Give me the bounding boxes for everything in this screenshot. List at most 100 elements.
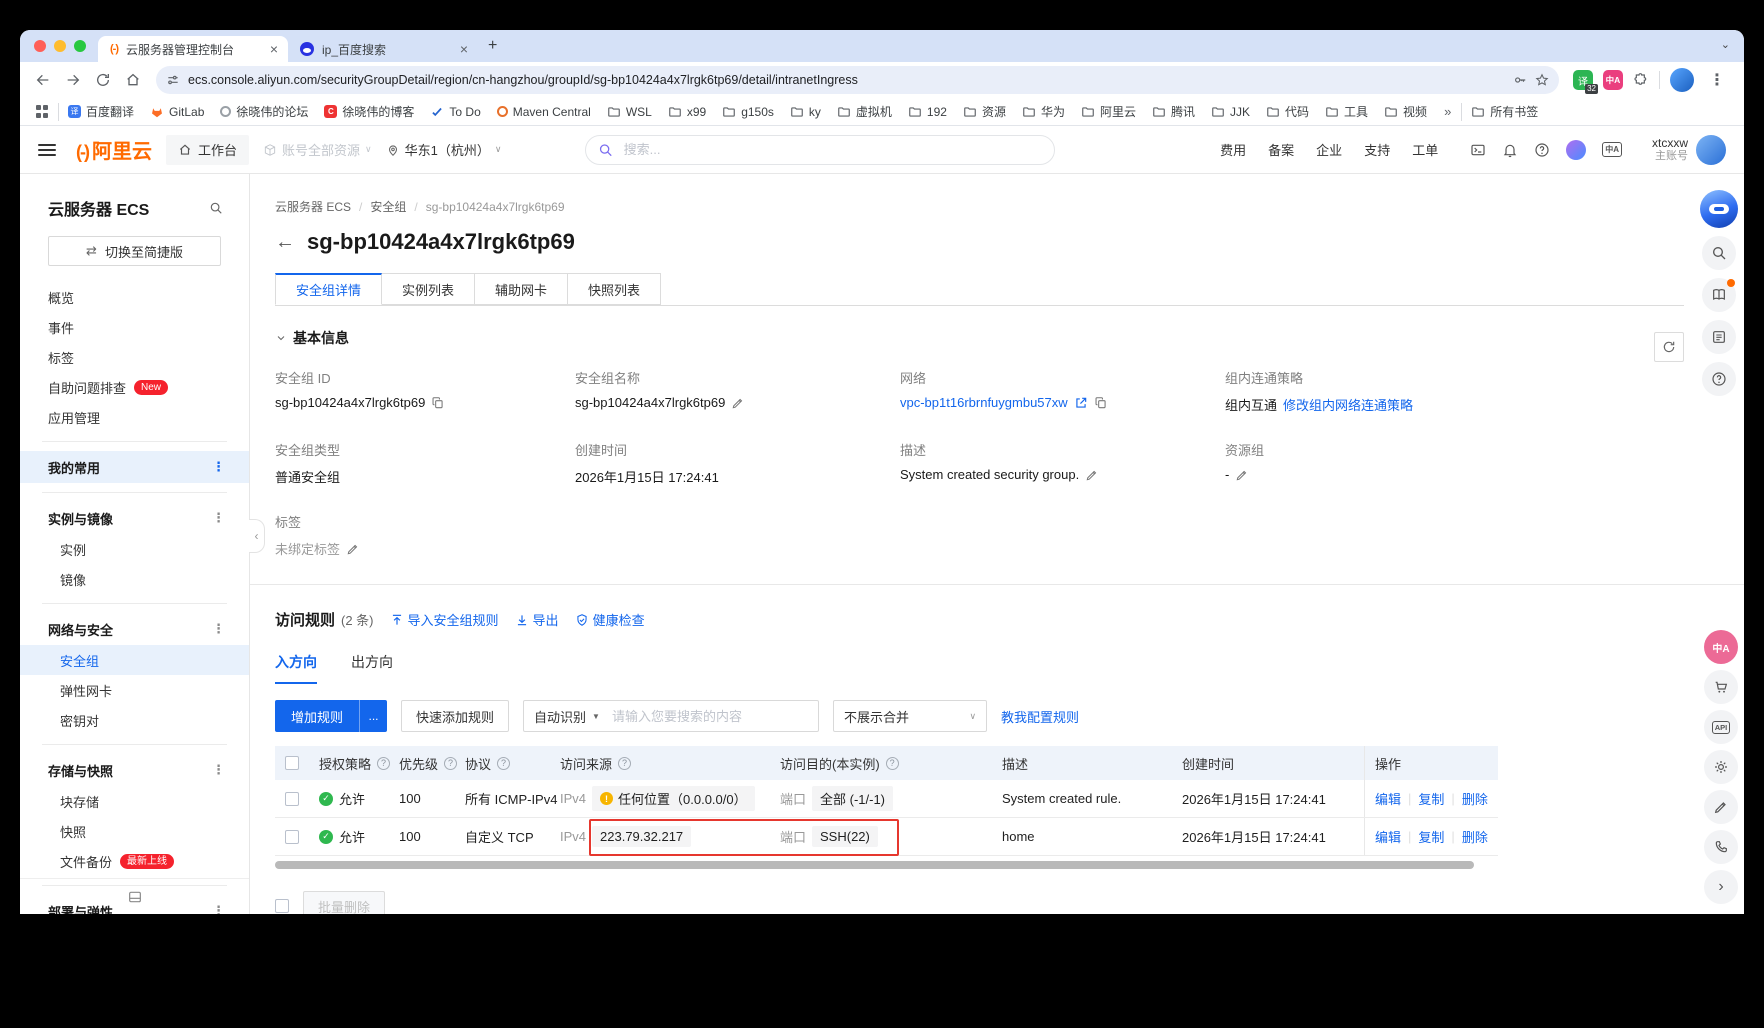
basic-info-toggle[interactable]: 基本信息 bbox=[275, 328, 1684, 348]
contact-phone-icon[interactable] bbox=[1704, 830, 1738, 864]
sidebar-group-favorites[interactable]: 我的常用⋮ bbox=[20, 451, 249, 483]
nav-item-icp[interactable]: 备案 bbox=[1268, 140, 1294, 159]
browser-profile-avatar[interactable] bbox=[1670, 68, 1694, 92]
edit-icon[interactable] bbox=[346, 542, 360, 556]
zoom-window-button[interactable] bbox=[74, 40, 86, 52]
import-rules-link[interactable]: 导入安全组规则 bbox=[390, 610, 499, 629]
url-text[interactable]: ecs.console.aliyun.com/securityGroupDeta… bbox=[188, 73, 858, 87]
add-rule-button[interactable]: 增加规则 bbox=[275, 700, 359, 732]
home-icon[interactable] bbox=[120, 67, 146, 93]
more-dots-icon[interactable]: ⋮ bbox=[212, 762, 225, 778]
language-icon[interactable]: 中A bbox=[1602, 142, 1622, 157]
sidebar-group-storage-snapshots[interactable]: 存储与快照⋮ bbox=[20, 754, 249, 786]
bookmark-item[interactable]: Maven Central bbox=[490, 102, 598, 122]
external-link-icon[interactable] bbox=[1074, 396, 1088, 410]
health-check-link[interactable]: 健康检查 bbox=[575, 610, 645, 629]
more-dots-icon[interactable]: ⋮ bbox=[212, 510, 225, 526]
back-icon[interactable] bbox=[30, 67, 56, 93]
help-icon[interactable] bbox=[618, 757, 631, 770]
translate-pink-extension-icon[interactable] bbox=[1603, 70, 1623, 90]
row-checkbox[interactable] bbox=[285, 792, 299, 806]
sidebar-item-file-backup[interactable]: 文件备份 最新上线 bbox=[20, 846, 249, 876]
teach-me-config-link[interactable]: 教我配置规则 bbox=[1001, 707, 1079, 726]
tab-sg-details[interactable]: 安全组详情 bbox=[275, 273, 382, 305]
browser-menu-icon[interactable]: ⋮ bbox=[1704, 67, 1730, 93]
close-tab-icon[interactable]: × bbox=[460, 41, 468, 57]
nav-item-support[interactable]: 支持 bbox=[1364, 140, 1390, 159]
bookmark-folder[interactable]: 阿里云 bbox=[1074, 100, 1143, 123]
site-settings-icon[interactable] bbox=[166, 73, 180, 87]
sidebar-group-instances-images[interactable]: 实例与镜像⋮ bbox=[20, 502, 249, 534]
search-mode-select[interactable]: 自动识别 ▼ bbox=[524, 707, 610, 726]
address-bar[interactable]: ecs.console.aliyun.com/securityGroupDeta… bbox=[156, 66, 1559, 94]
bookmark-item[interactable]: 徐晓伟的博客 bbox=[317, 100, 421, 123]
modify-policy-link[interactable]: 修改组内网络连通策略 bbox=[1283, 395, 1413, 414]
all-bookmarks-button[interactable]: 所有书签 bbox=[1464, 100, 1545, 123]
sidebar-item-block-storage[interactable]: 块存储 bbox=[20, 786, 249, 816]
tab-snapshot-list[interactable]: 快照列表 bbox=[568, 273, 661, 305]
password-key-icon[interactable] bbox=[1513, 73, 1527, 87]
bookmark-folder[interactable]: 192 bbox=[901, 102, 954, 122]
select-all-checkbox[interactable] bbox=[285, 756, 299, 770]
bookmark-folder[interactable]: x99 bbox=[661, 102, 713, 122]
survey-form-icon[interactable] bbox=[1702, 320, 1736, 354]
sidebar-item-self-diagnosis[interactable]: 自助问题排查 New bbox=[20, 372, 249, 402]
settings-gear-icon[interactable] bbox=[1704, 750, 1738, 784]
browser-tab[interactable]: ip_百度搜索 × bbox=[288, 36, 478, 62]
delete-rule-link[interactable]: 删除 bbox=[1462, 827, 1488, 846]
console-search-bar[interactable] bbox=[585, 135, 1055, 165]
edit-rule-link[interactable]: 编辑 bbox=[1375, 789, 1401, 808]
bookmark-folder[interactable]: 视频 bbox=[1377, 100, 1434, 123]
user-avatar[interactable] bbox=[1696, 135, 1726, 165]
sidebar-collapse-handle[interactable]: ‹ bbox=[249, 519, 265, 553]
bookmark-folder[interactable]: 代码 bbox=[1259, 100, 1316, 123]
docs-book-icon[interactable] bbox=[1702, 278, 1736, 312]
apps-grid-icon[interactable] bbox=[36, 105, 50, 119]
refresh-button[interactable] bbox=[1654, 332, 1684, 362]
sidebar-item-overview[interactable]: 概览 bbox=[20, 282, 249, 312]
bookmark-folder[interactable]: 腾讯 bbox=[1145, 100, 1202, 123]
export-rules-link[interactable]: 导出 bbox=[515, 610, 559, 629]
more-dots-icon[interactable]: ⋮ bbox=[212, 621, 225, 637]
bookmark-item[interactable]: To Do bbox=[423, 102, 487, 122]
clone-rule-link[interactable]: 复制 bbox=[1418, 827, 1444, 846]
sidebar-item-tags[interactable]: 标签 bbox=[20, 342, 249, 372]
bookmark-folder[interactable]: g150s bbox=[715, 102, 781, 122]
sidebar-item-app-management[interactable]: 应用管理 bbox=[20, 402, 249, 432]
breadcrumb-security-groups[interactable]: 安全组 bbox=[370, 198, 406, 215]
search-rail-icon[interactable] bbox=[1702, 236, 1736, 270]
api-icon[interactable]: API bbox=[1704, 710, 1738, 744]
add-rule-more-button[interactable]: ... bbox=[359, 700, 387, 732]
bookmark-item[interactable]: 百度翻译 bbox=[61, 100, 141, 123]
switch-to-simple-button[interactable]: ⇄ 切换至简捷版 bbox=[48, 236, 221, 266]
feedback-pencil-icon[interactable] bbox=[1704, 790, 1738, 824]
edit-icon[interactable] bbox=[1235, 468, 1249, 482]
sidebar-item-snapshots[interactable]: 快照 bbox=[20, 816, 249, 846]
cloudshell-terminal-icon[interactable] bbox=[1470, 142, 1486, 158]
browser-tab-active[interactable]: (-) 云服务器管理控制台 × bbox=[98, 36, 288, 62]
bookmark-item[interactable]: 徐晓伟的论坛 bbox=[213, 100, 315, 123]
console-search-input[interactable] bbox=[622, 141, 1043, 158]
forward-icon[interactable] bbox=[60, 67, 86, 93]
extensions-puzzle-icon[interactable] bbox=[1633, 72, 1649, 88]
sidebar-search-icon[interactable] bbox=[209, 201, 223, 215]
bookmark-folder[interactable]: 虚拟机 bbox=[830, 100, 899, 123]
rules-search-input[interactable] bbox=[610, 708, 818, 725]
breadcrumb-ecs[interactable]: 云服务器 ECS bbox=[275, 198, 351, 215]
copy-icon[interactable] bbox=[1094, 396, 1108, 410]
tab-secondary-enis[interactable]: 辅助网卡 bbox=[475, 273, 568, 305]
bookmark-folder[interactable]: 华为 bbox=[1015, 100, 1072, 123]
assistant-sphere-icon[interactable] bbox=[1566, 140, 1586, 160]
account-scope-select[interactable]: 账号全部资源 ∨ bbox=[263, 140, 372, 159]
help-icon[interactable] bbox=[1534, 142, 1550, 158]
sidebar-item-key-pairs[interactable]: 密钥对 bbox=[20, 705, 249, 735]
more-dots-icon[interactable]: ⋮ bbox=[212, 459, 225, 475]
copy-icon[interactable] bbox=[431, 396, 445, 410]
help-rail-icon[interactable] bbox=[1702, 362, 1736, 396]
bookmark-star-icon[interactable] bbox=[1535, 73, 1549, 87]
help-icon[interactable] bbox=[886, 757, 899, 770]
region-select[interactable]: 华东1（杭州） ∨ bbox=[386, 140, 502, 159]
translate-rail-icon[interactable] bbox=[1704, 630, 1738, 664]
new-tab-button[interactable]: + bbox=[488, 37, 497, 55]
edit-icon[interactable] bbox=[1085, 468, 1099, 482]
